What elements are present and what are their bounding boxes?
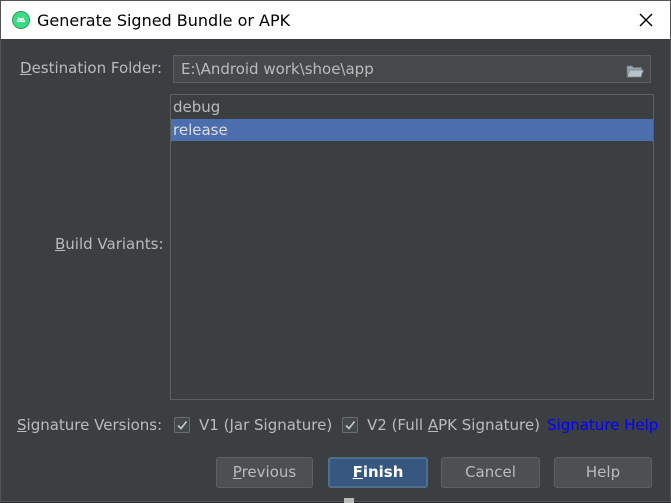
finish-button[interactable]: Finish [328,457,428,488]
v2-signature-label: V2 (Full APK Signature) [367,416,540,434]
resize-grip[interactable] [344,498,354,503]
android-studio-icon [12,11,30,29]
v1-signature-checkbox[interactable]: V1 (Jar Signature) [174,416,334,436]
destination-folder-label: Destination Folder: [20,59,162,77]
previous-button[interactable]: Previous [216,457,313,488]
window-title: Generate Signed Bundle or APK [37,11,291,30]
signature-help-link[interactable]: Signature Help [547,416,658,434]
checkbox-checked-icon[interactable] [342,417,358,433]
signature-versions-label: Signature Versions: [17,416,163,434]
help-button[interactable]: Help [554,457,652,488]
dialog-window: Generate Signed Bundle or APK Destinatio… [0,0,671,503]
destination-folder-value: E:\Android work\shoe\app [181,60,374,78]
build-variants-list[interactable]: debug release [170,94,654,400]
v2-signature-checkbox[interactable]: V2 (Full APK Signature) [342,416,542,436]
title-bar: Generate Signed Bundle or APK [1,1,670,39]
cancel-button[interactable]: Cancel [441,457,540,488]
destination-folder-field[interactable]: E:\Android work\shoe\app [173,55,651,83]
v1-signature-label: V1 (Jar Signature) [199,416,333,434]
close-icon[interactable] [636,10,656,30]
folder-icon[interactable] [626,61,645,78]
checkbox-checked-icon[interactable] [174,417,190,433]
build-variants-label: Build Variants: [55,235,164,253]
list-item-release[interactable]: release [171,119,653,141]
list-item-debug[interactable]: debug [171,96,653,118]
